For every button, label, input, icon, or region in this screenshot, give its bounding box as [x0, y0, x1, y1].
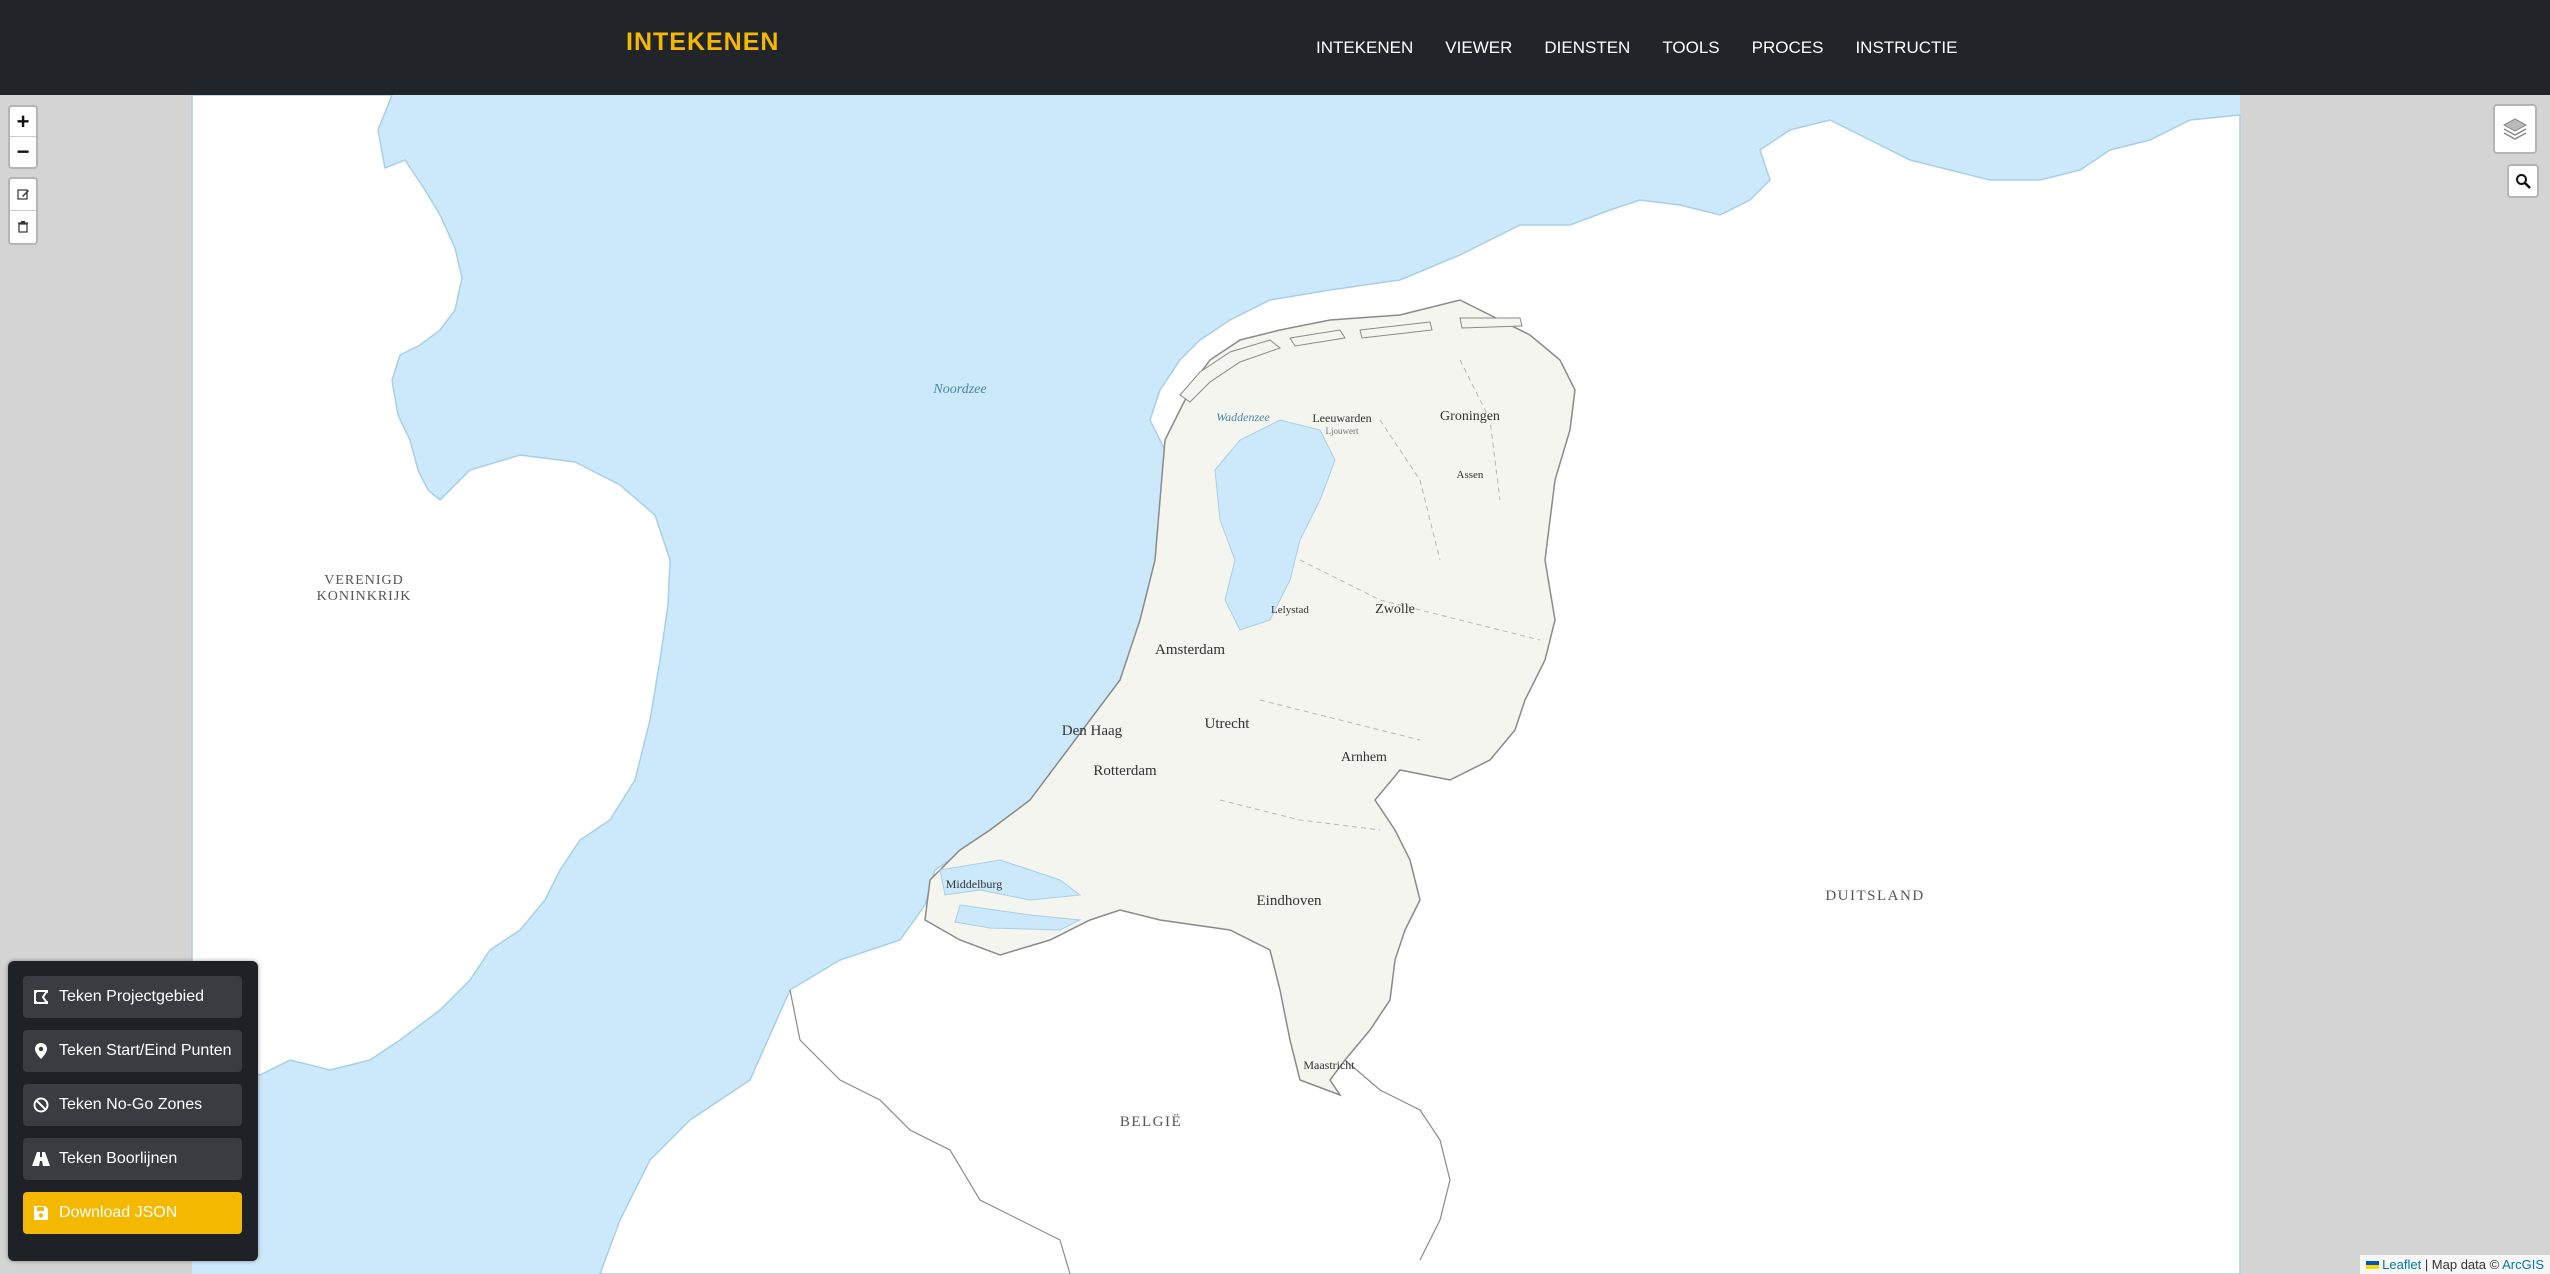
label-koninkrijk: KONINKRIJK — [317, 589, 412, 604]
teken-boorlijnen-label: Teken Boorlijnen — [59, 1150, 178, 1167]
draw-polygon-icon — [32, 990, 50, 1004]
attribution-text: | Map data © — [2421, 1257, 2503, 1272]
label-waddenzee: Waddenzee — [1216, 410, 1270, 424]
top-navbar: INTEKENEN INTEKENEN VIEWER DIENSTEN TOOL… — [0, 0, 2550, 95]
nav-link-proces[interactable]: PROCES — [1752, 38, 1824, 58]
label-assen: Assen — [1457, 469, 1484, 481]
label-groningen: Groningen — [1440, 409, 1500, 424]
draw-edit-toolbar — [8, 177, 38, 245]
label-belgie: BELGIË — [1120, 1113, 1182, 1130]
label-lelystad: Lelystad — [1271, 604, 1309, 616]
zoom-in-button[interactable]: + — [10, 107, 36, 137]
zoom-control: + − — [8, 105, 38, 169]
save-icon — [32, 1206, 50, 1220]
nav-link-tools[interactable]: TOOLS — [1662, 38, 1719, 58]
download-json-label: Download JSON — [59, 1204, 178, 1221]
teken-projectgebied-button[interactable]: Teken Projectgebied — [23, 976, 242, 1018]
edit-layers-button[interactable] — [10, 179, 36, 211]
label-zwolle: Zwolle — [1375, 602, 1415, 617]
teken-start-eind-punten-label: Teken Start/Eind Punten — [59, 1042, 232, 1059]
map-attribution: Leaflet | Map data © ArcGIS — [2360, 1255, 2550, 1274]
brand-logo[interactable]: INTEKENEN — [626, 28, 779, 57]
map-canvas[interactable]: Noordzee Waddenzee VERENIGD KONINKRIJK D… — [0, 95, 2550, 1274]
nav-link-diensten[interactable]: DIENSTEN — [1544, 38, 1630, 58]
tools-panel: Teken Projectgebied Teken Start/Eind Pun… — [8, 961, 258, 1261]
label-eindhoven: Eindhoven — [1257, 893, 1322, 909]
nav-link-viewer[interactable]: VIEWER — [1445, 38, 1512, 58]
trash-icon — [18, 221, 28, 233]
download-json-button[interactable]: Download JSON — [23, 1192, 242, 1234]
teken-projectgebied-label: Teken Projectgebied — [59, 988, 204, 1005]
label-amsterdam: Amsterdam — [1155, 642, 1225, 658]
map-marker-icon — [32, 1043, 50, 1059]
label-verenigd: VERENIGD — [324, 573, 404, 588]
label-middelburg: Middelburg — [946, 877, 1002, 891]
label-leeuwarden: Leeuwarden — [1312, 411, 1371, 425]
label-rotterdam: Rotterdam — [1093, 763, 1157, 779]
label-arnhem: Arnhem — [1341, 750, 1387, 765]
nav-link-instructie[interactable]: INSTRUCTIE — [1855, 38, 1957, 58]
map-container[interactable]: Noordzee Waddenzee VERENIGD KONINKRIJK D… — [0, 95, 2550, 1274]
ban-icon — [32, 1097, 50, 1113]
arcgis-link[interactable]: ArcGIS — [2502, 1257, 2544, 1272]
label-duitsland: DUITSLAND — [1825, 888, 1924, 904]
delete-layers-button[interactable] — [10, 211, 36, 242]
teken-no-go-zones-button[interactable]: Teken No-Go Zones — [23, 1084, 242, 1126]
label-utrecht: Utrecht — [1205, 716, 1251, 732]
teken-boorlijnen-button[interactable]: Teken Boorlijnen — [23, 1138, 242, 1180]
label-denhaag: Den Haag — [1062, 723, 1123, 739]
nav-link-intekenen[interactable]: INTEKENEN — [1316, 38, 1413, 58]
zoom-out-button[interactable]: − — [10, 137, 36, 166]
leaflet-link[interactable]: Leaflet — [2382, 1257, 2421, 1272]
flag-icon — [2366, 1261, 2380, 1269]
label-maastricht: Maastricht — [1303, 1058, 1355, 1072]
nav-links: INTEKENEN VIEWER DIENSTEN TOOLS PROCES I… — [1316, 0, 1989, 95]
layers-control[interactable] — [2493, 104, 2537, 154]
teken-no-go-zones-label: Teken No-Go Zones — [59, 1096, 203, 1113]
layers-icon — [2502, 118, 2528, 140]
teken-start-eind-punten-button[interactable]: Teken Start/Eind Punten — [23, 1030, 242, 1072]
search-icon — [2516, 174, 2531, 189]
edit-icon — [16, 189, 29, 200]
label-noordzee: Noordzee — [932, 382, 986, 397]
road-icon — [32, 1152, 50, 1166]
search-control[interactable] — [2507, 164, 2539, 198]
label-ljouwert: Ljouwert — [1326, 426, 1359, 436]
